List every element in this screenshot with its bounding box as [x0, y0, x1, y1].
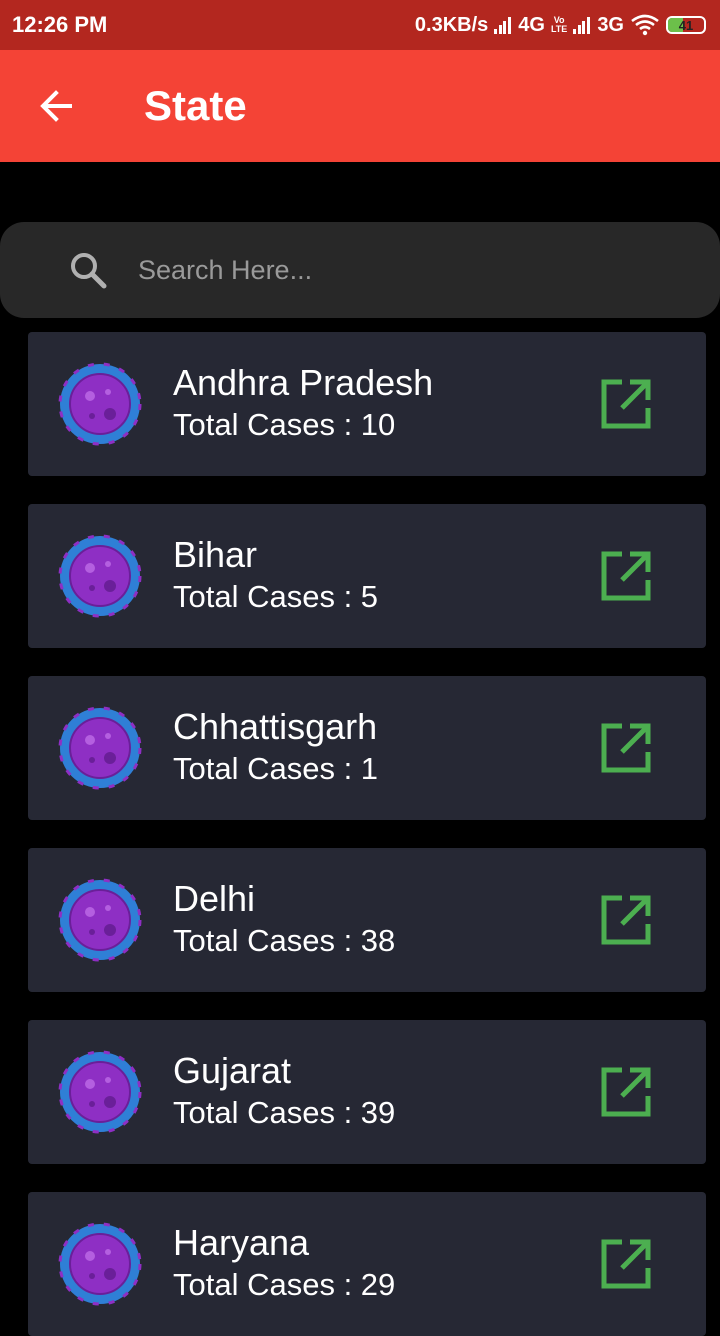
list-item[interactable]: Bihar Total Cases : 5: [28, 504, 706, 648]
open-in-new-icon[interactable]: [600, 722, 652, 774]
total-cases: Total Cases : 1: [173, 751, 379, 786]
status-bar: 12:26 PM 0.3KB/s 4G Vo LTE 3G 41: [0, 0, 720, 50]
list-item[interactable]: Gujarat Total Cases : 39: [28, 1020, 706, 1164]
open-in-new-icon[interactable]: [600, 378, 652, 430]
list-item[interactable]: Haryana Total Cases : 29: [28, 1192, 706, 1336]
signal-icon: [494, 16, 512, 34]
open-in-new-icon[interactable]: [600, 550, 652, 602]
wifi-icon: [631, 14, 659, 36]
network-speed: 0.3KB/s: [414, 13, 489, 36]
list-item[interactable]: Andhra Pradesh Total Cases : 10: [28, 332, 706, 476]
virus-icon: [58, 1222, 142, 1306]
search-bar[interactable]: [0, 222, 720, 318]
state-name: Gujarat: [173, 1050, 292, 1091]
app-bar: State: [0, 50, 720, 162]
total-cases: Total Cases : 38: [173, 923, 396, 958]
open-in-new-icon[interactable]: [600, 894, 652, 946]
total-cases: Total Cases : 39: [173, 1095, 396, 1130]
search-icon: [71, 253, 107, 289]
network-type-2: 3G: [597, 13, 624, 36]
virus-icon: [58, 878, 142, 962]
virus-icon: [58, 362, 142, 446]
virus-icon: [58, 1050, 142, 1134]
volte-icon: Vo LTE: [550, 15, 568, 34]
state-name: Chhattisgarh: [173, 706, 378, 747]
state-name: Delhi: [173, 878, 256, 919]
total-cases: Total Cases : 5: [173, 579, 379, 614]
state-name: Bihar: [173, 534, 258, 575]
list-item[interactable]: Delhi Total Cases : 38: [28, 848, 706, 992]
virus-icon: [58, 534, 142, 618]
status-indicators: 0.3KB/s 4G Vo LTE 3G 41: [409, 14, 706, 37]
page-title: State: [144, 82, 247, 129]
virus-icon: [58, 706, 142, 790]
list-item[interactable]: Chhattisgarh Total Cases : 1: [28, 676, 706, 820]
total-cases: Total Cases : 10: [173, 407, 396, 442]
arrow-left-icon: [40, 90, 72, 122]
back-button[interactable]: [26, 76, 86, 136]
search-input[interactable]: [136, 239, 720, 301]
network-type-1: 4G: [518, 13, 545, 36]
state-name: Andhra Pradesh: [173, 362, 434, 403]
state-name: Haryana: [173, 1222, 310, 1263]
battery-icon: 41: [666, 16, 706, 34]
signal-icon: [573, 16, 591, 34]
open-in-new-icon[interactable]: [600, 1238, 652, 1290]
open-in-new-icon[interactable]: [600, 1066, 652, 1118]
total-cases: Total Cases : 29: [173, 1267, 396, 1302]
status-time: 12:26 PM: [12, 12, 108, 37]
